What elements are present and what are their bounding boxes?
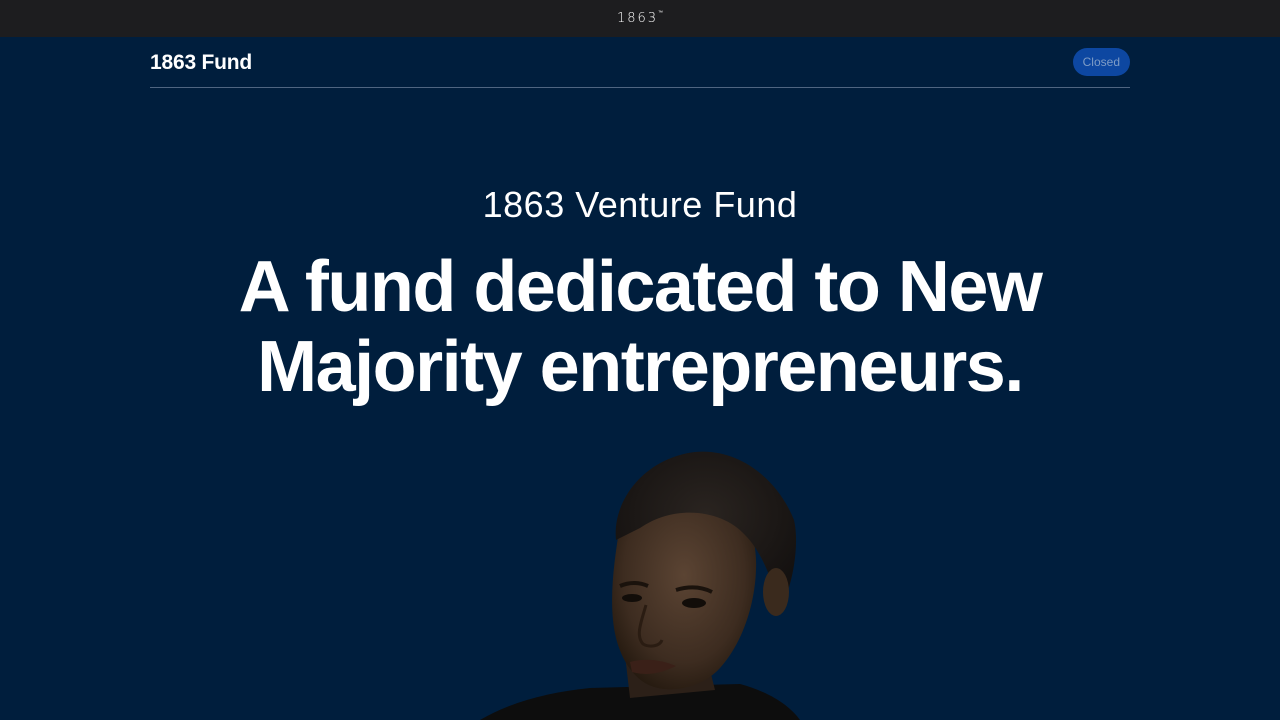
logo-trademark: ™ (658, 9, 664, 16)
portrait-photo (480, 451, 800, 720)
fund-subnav: 1863 Fund Closed (150, 37, 1130, 88)
subnav-title[interactable]: 1863 Fund (150, 51, 252, 75)
global-nav: 1863™ (0, 0, 1280, 37)
status-badge: Closed (1072, 48, 1130, 76)
hero-headline: A fund dedicated to New Majority entrepr… (238, 247, 1043, 407)
eye-right-shape (682, 598, 706, 608)
eye-left-shape (622, 594, 642, 602)
logo-text: 1863 (616, 11, 659, 26)
ear-shape (763, 568, 789, 616)
hero-eyebrow: 1863 Venture Fund (482, 184, 798, 225)
site-logo[interactable]: 1863™ (616, 9, 664, 26)
